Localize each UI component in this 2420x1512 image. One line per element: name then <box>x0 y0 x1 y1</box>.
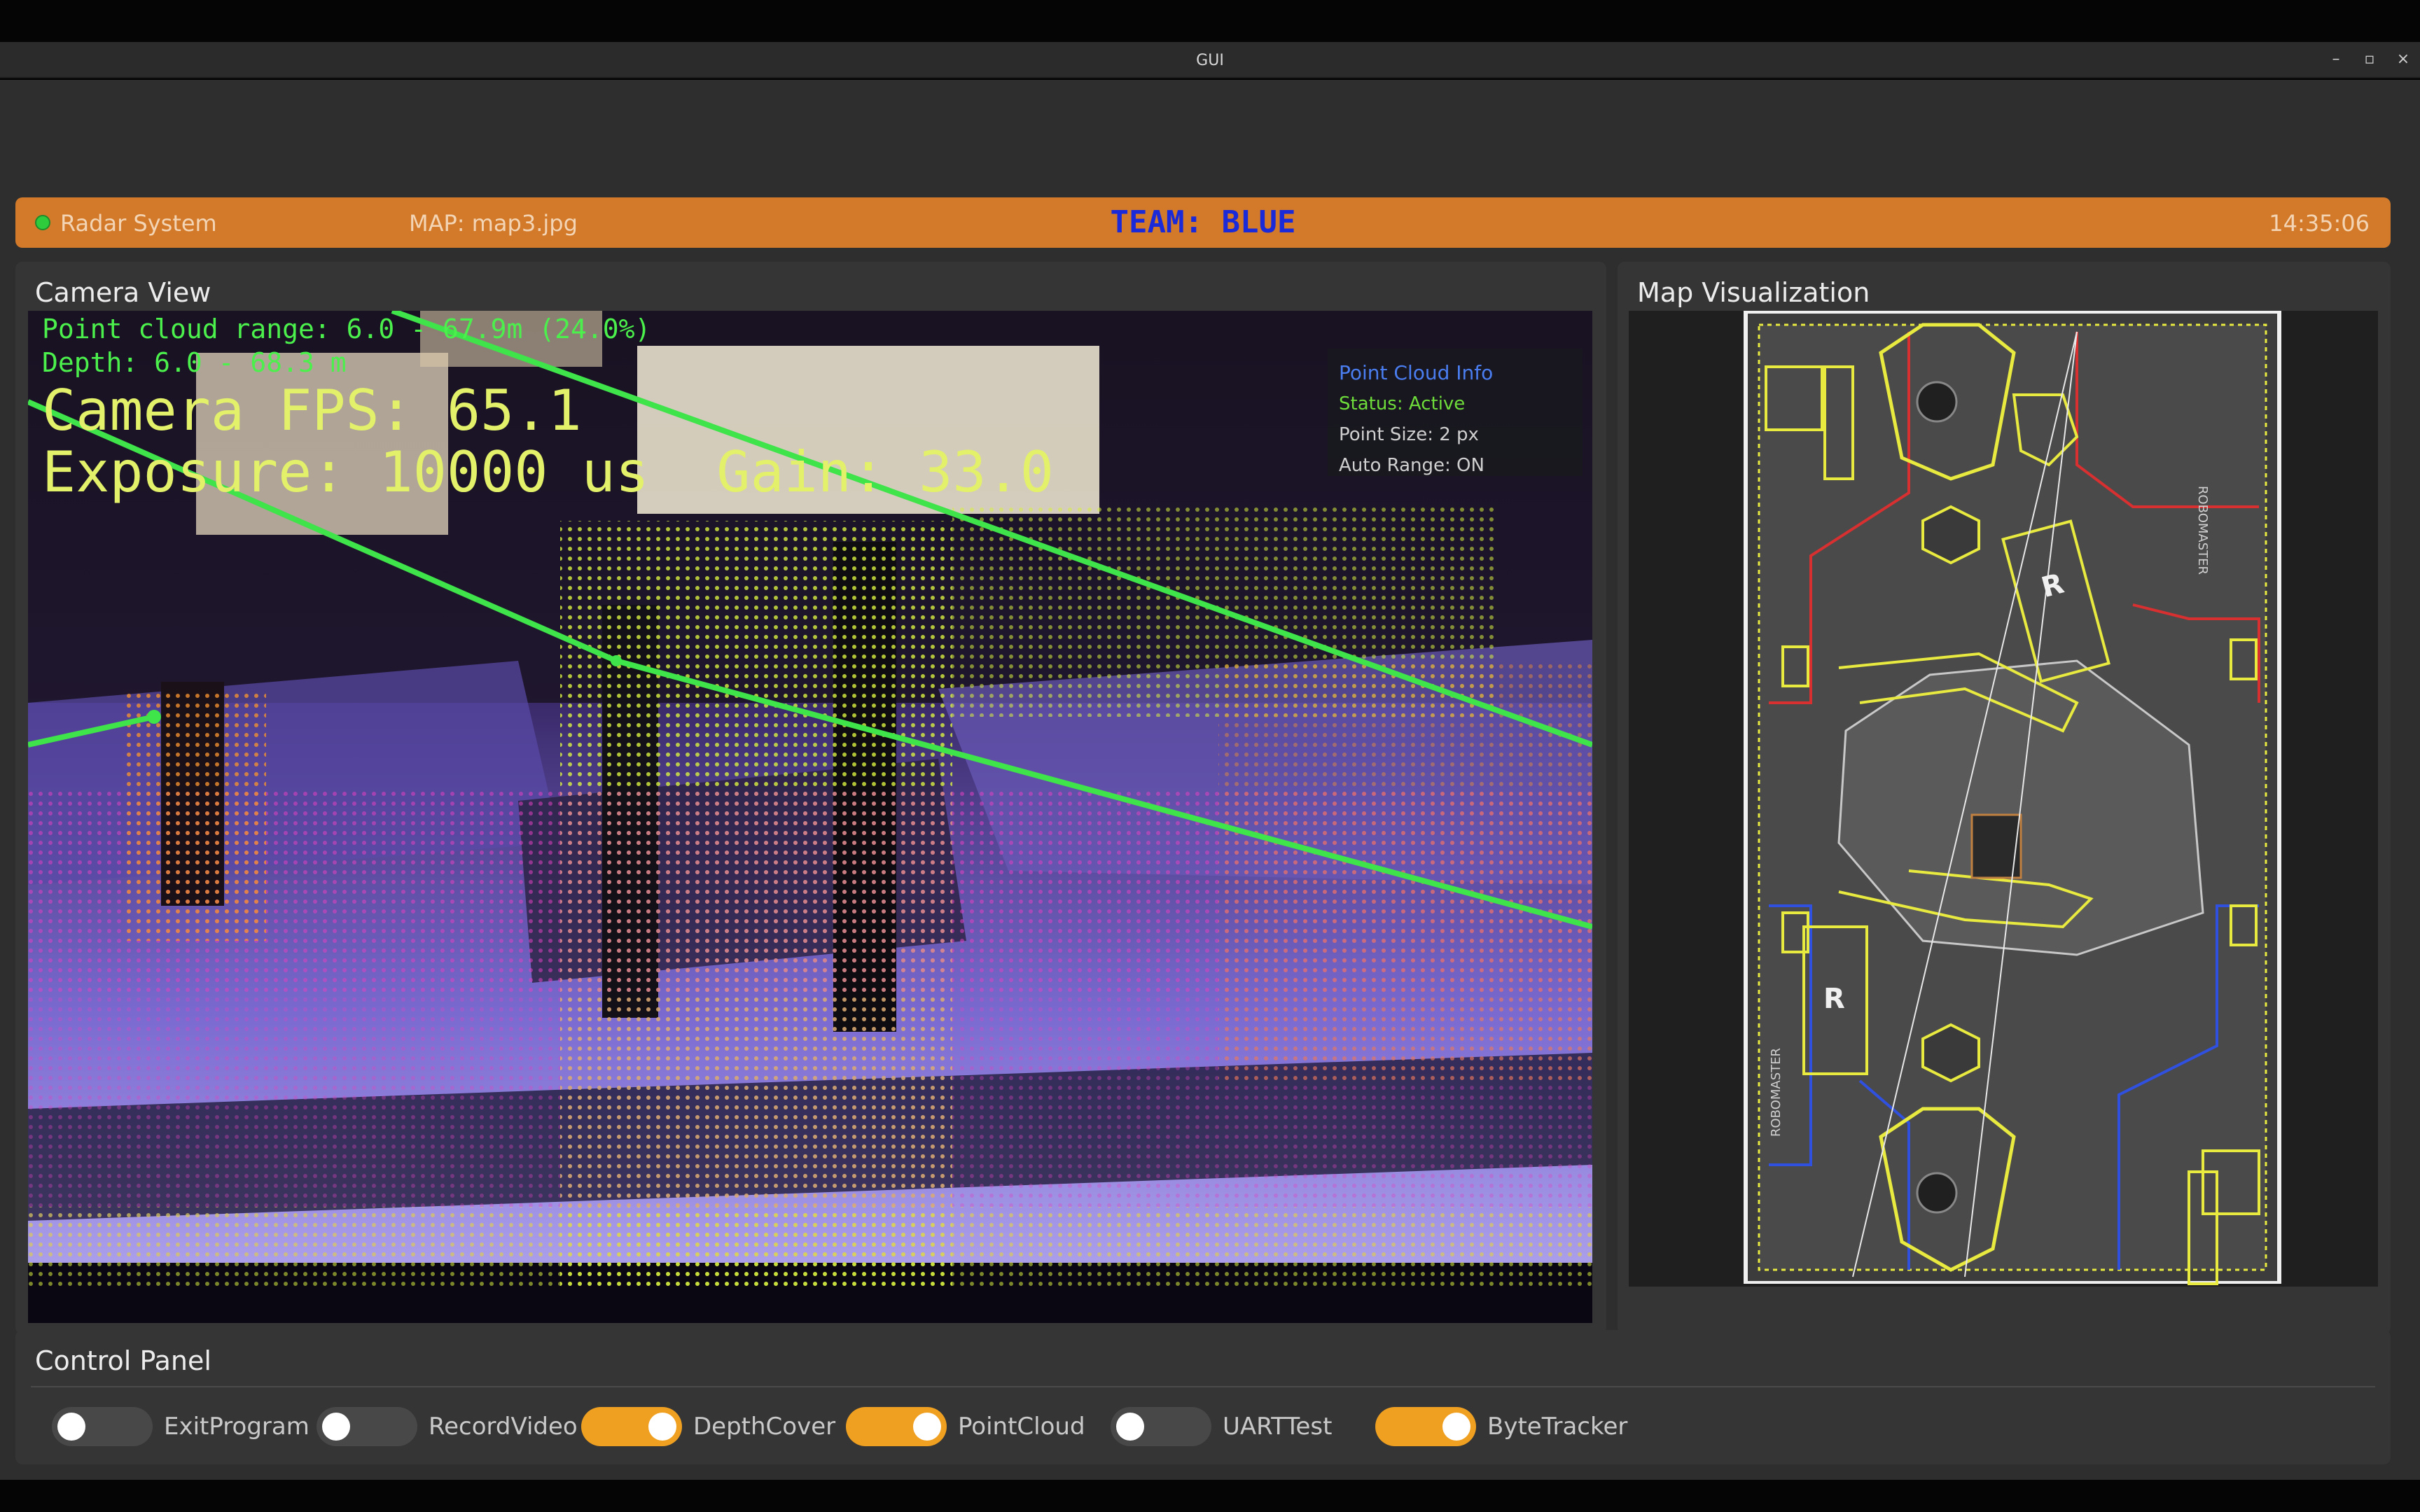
toggle-label: RecordVideo <box>429 1413 578 1441</box>
toggle-switch[interactable] <box>317 1407 417 1446</box>
maximize-button[interactable]: ▫ <box>2363 50 2377 68</box>
map-label-robomaster-left: ROBOMASTER <box>1769 1047 1783 1137</box>
toggle-switch[interactable] <box>1375 1407 1476 1446</box>
pc-info-title: Point Cloud Info <box>1339 361 1494 384</box>
toggle-byte-tracker[interactable]: ByteTracker <box>1375 1406 1627 1448</box>
window-title: GUI <box>1196 52 1224 69</box>
clock: 14:35:06 <box>2269 210 2370 237</box>
toggle-switch[interactable] <box>581 1407 682 1446</box>
control-panel-divider <box>31 1386 2375 1387</box>
toggle-depth-cover[interactable]: DepthCover <box>581 1406 835 1448</box>
camera-panel-title: Camera View <box>35 277 211 308</box>
map-view: R R ROBOMASTER ROBOMASTER <box>1629 311 2378 1287</box>
window-titlebar[interactable]: GUI – ▫ × <box>0 42 2420 78</box>
team-label: TEAM: BLUE <box>1110 204 1296 240</box>
close-button[interactable]: × <box>2396 50 2410 68</box>
map-panel-title: Map Visualization <box>1637 277 1870 308</box>
toggle-label: ExitProgram <box>164 1413 310 1441</box>
screen-bottom-border <box>0 1480 2420 1512</box>
status-header: Radar System MAP: map3.jpg TEAM: BLUE 14… <box>15 197 2391 248</box>
pc-info-point-size: Point Size: 2 px <box>1339 424 1479 445</box>
overlay-fps-text: Camera FPS: 65.1 <box>42 378 582 443</box>
toggle-label: UARTTest <box>1223 1413 1333 1441</box>
toggle-uart-test[interactable]: UARTTest <box>1111 1406 1332 1448</box>
overlay-depth-text: Depth: 6.0 - 68.3 m <box>42 347 347 378</box>
pc-info-status: Status: Active <box>1339 393 1466 414</box>
overlay-range-text: Point cloud range: 6.0 - 67.9m (24.0%) <box>42 314 651 344</box>
toggle-switch[interactable] <box>1111 1407 1211 1446</box>
toggle-exit-program[interactable]: ExitProgram <box>52 1406 310 1448</box>
window-controls: – ▫ × <box>2329 50 2410 68</box>
map-image <box>1744 311 2281 1285</box>
toggle-point-cloud[interactable]: PointCloud <box>846 1406 1085 1448</box>
toggle-switch[interactable] <box>846 1407 947 1446</box>
screen-top-border <box>0 0 2420 42</box>
map-label-robomaster-right: ROBOMASTER <box>2195 486 2210 575</box>
control-panel: Control Panel ExitProgram RecordVideo De… <box>15 1330 2391 1464</box>
toggle-label: DepthCover <box>693 1413 836 1441</box>
toggle-switch[interactable] <box>52 1407 153 1446</box>
pc-info-auto-range: Auto Range: ON <box>1339 455 1484 476</box>
toggle-label: PointCloud <box>958 1413 1085 1441</box>
overlay-exposure-text: Exposure: 10000 us Gain: 33.0 <box>42 440 1054 505</box>
map-label-r-bottom: R <box>1823 983 1845 1015</box>
control-panel-title: Control Panel <box>35 1345 211 1376</box>
toggle-record-video[interactable]: RecordVideo <box>317 1406 578 1448</box>
toggle-label: ByteTracker <box>1487 1413 1628 1441</box>
point-cloud-info-box: Point Cloud Info Status: Active Point Si… <box>1328 349 1583 476</box>
minimize-button[interactable]: – <box>2329 50 2343 68</box>
camera-view: Point cloud range: 6.0 - 67.9m (24.0%) D… <box>28 311 1592 1323</box>
